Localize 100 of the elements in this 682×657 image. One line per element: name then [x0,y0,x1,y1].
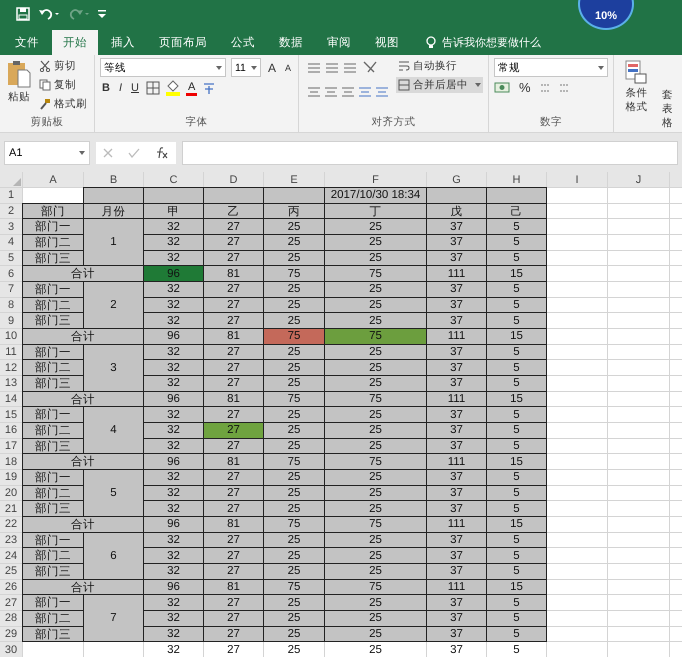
scissors-icon [39,60,51,72]
ribbon-tab[interactable]: 审阅 [316,30,362,55]
row-header[interactable]: 19 [0,470,22,485]
table-cell: 25 [325,235,426,250]
row-header[interactable]: 18 [0,454,22,469]
row-header[interactable]: 1 [0,188,22,203]
table-cell: 25 [264,564,324,579]
undo-icon[interactable] [38,7,60,21]
paste-button[interactable]: 粘贴 [5,58,33,115]
number-format-dropdown[interactable]: 常规 [494,58,608,77]
row-header[interactable]: 11 [0,344,22,360]
table-cell: 81 [204,266,263,281]
borders-icon[interactable] [146,81,160,95]
row-header[interactable]: 22 [0,517,22,532]
clipboard-icon [7,60,31,88]
row-header[interactable]: 12 [0,360,22,375]
row-header[interactable]: 24 [0,548,22,563]
bold-button[interactable]: B [100,82,112,94]
row-header[interactable]: 30 [0,642,22,657]
format-table-button[interactable]: 套 表格 [658,58,677,132]
column-header[interactable]: J [608,172,669,187]
column-header[interactable]: F [325,172,426,187]
format-painter-button[interactable]: 格式刷 [37,96,89,112]
ribbon-tab[interactable]: 数据 [268,30,314,55]
table-cell: 合计 [23,454,143,469]
table-cell: 32 [144,501,203,516]
row-header[interactable]: 25 [0,564,22,579]
table-cell: 部门一 [23,282,83,297]
fill-color-icon[interactable] [164,80,181,96]
row-header[interactable]: 14 [0,392,22,406]
name-box[interactable]: A1 [4,140,90,164]
row-header[interactable]: 20 [0,486,22,500]
cut-button[interactable]: 剪切 [37,58,89,74]
row-header[interactable]: 3 [0,219,22,234]
column-header[interactable]: E [264,172,324,187]
table-cell: 5 [487,282,546,297]
ribbon-tab[interactable]: 视图 [364,30,410,55]
column-header[interactable]: I [547,172,607,187]
ribbon-tab[interactable]: 开始 [52,30,98,55]
ribbon-tab[interactable]: 插入 [100,30,146,55]
font-name-dropdown[interactable]: 等线 [100,58,226,77]
merge-center-button[interactable]: 合并后居中 [396,77,484,93]
row-header[interactable]: 16 [0,423,22,438]
column-header[interactable]: G [427,172,486,187]
customize-caret-icon[interactable] [98,9,106,19]
row-header[interactable]: 6 [0,266,22,281]
table-cell [547,611,607,626]
table-cell [670,298,682,312]
row-header[interactable]: 17 [0,438,22,454]
row-header[interactable]: 28 [0,611,22,626]
italic-button[interactable]: I [116,82,124,94]
shrink-font-button[interactable]: A [283,62,294,72]
ribbon-tab[interactable]: 文件 [4,30,50,55]
phonetic-icon[interactable] [202,81,216,95]
table-cell: 32 [144,219,203,234]
formula-input[interactable] [182,140,678,164]
underline-button[interactable]: U [129,82,141,94]
grow-font-button[interactable]: A [266,60,278,74]
currency-icon[interactable] [494,80,512,94]
row-header[interactable]: 5 [0,250,22,266]
row-header[interactable]: 2 [0,204,22,218]
table-cell: 25 [264,486,324,500]
font-size-dropdown[interactable]: 11 [231,58,261,77]
row-header[interactable]: 15 [0,407,22,422]
wrap-text-button[interactable]: 自动换行 [396,58,484,74]
row-header[interactable]: 8 [0,298,22,312]
table-cell: 部门二 [23,235,83,250]
ribbon-tab[interactable]: 公式 [220,30,266,55]
row-header[interactable]: 13 [0,376,22,391]
column-header[interactable]: D [204,172,263,187]
column-header[interactable]: B [84,172,143,187]
row-header[interactable]: 27 [0,595,22,610]
row-header[interactable]: 10 [0,329,22,344]
copy-button[interactable]: 复制 [37,77,89,93]
row-header[interactable]: 29 [0,626,22,642]
table-cell: 5 [487,219,546,234]
row-header[interactable]: 9 [0,313,22,328]
function-icon[interactable] [154,146,169,158]
percent-button[interactable]: % [517,80,533,95]
table-cell: 部门一 [23,470,83,485]
table-cell: 75 [325,392,426,406]
row-header[interactable]: 7 [0,282,22,297]
conditional-format-button[interactable]: 条件格式 [619,58,654,132]
row-header[interactable]: 21 [0,501,22,516]
table-cell: 部门三 [23,501,83,516]
tell-me-search[interactable]: 告诉我你想要做什么 [442,33,541,50]
column-header[interactable]: A [23,172,83,187]
ribbon-tab[interactable]: 页面布局 [148,30,218,55]
checkmark-icon[interactable] [128,148,140,158]
row-header[interactable]: 4 [0,235,22,250]
table-cell: 部门一 [23,595,83,610]
table-cell: 27 [204,219,263,234]
group-label: 字体 [184,115,209,130]
column-header[interactable]: H [487,172,546,187]
column-header[interactable]: C [144,172,203,187]
row-header[interactable]: 26 [0,580,22,594]
row-header[interactable]: 23 [0,532,22,548]
table-cell [670,329,682,344]
save-icon[interactable] [16,7,30,21]
font-color-button[interactable]: A [186,80,198,96]
